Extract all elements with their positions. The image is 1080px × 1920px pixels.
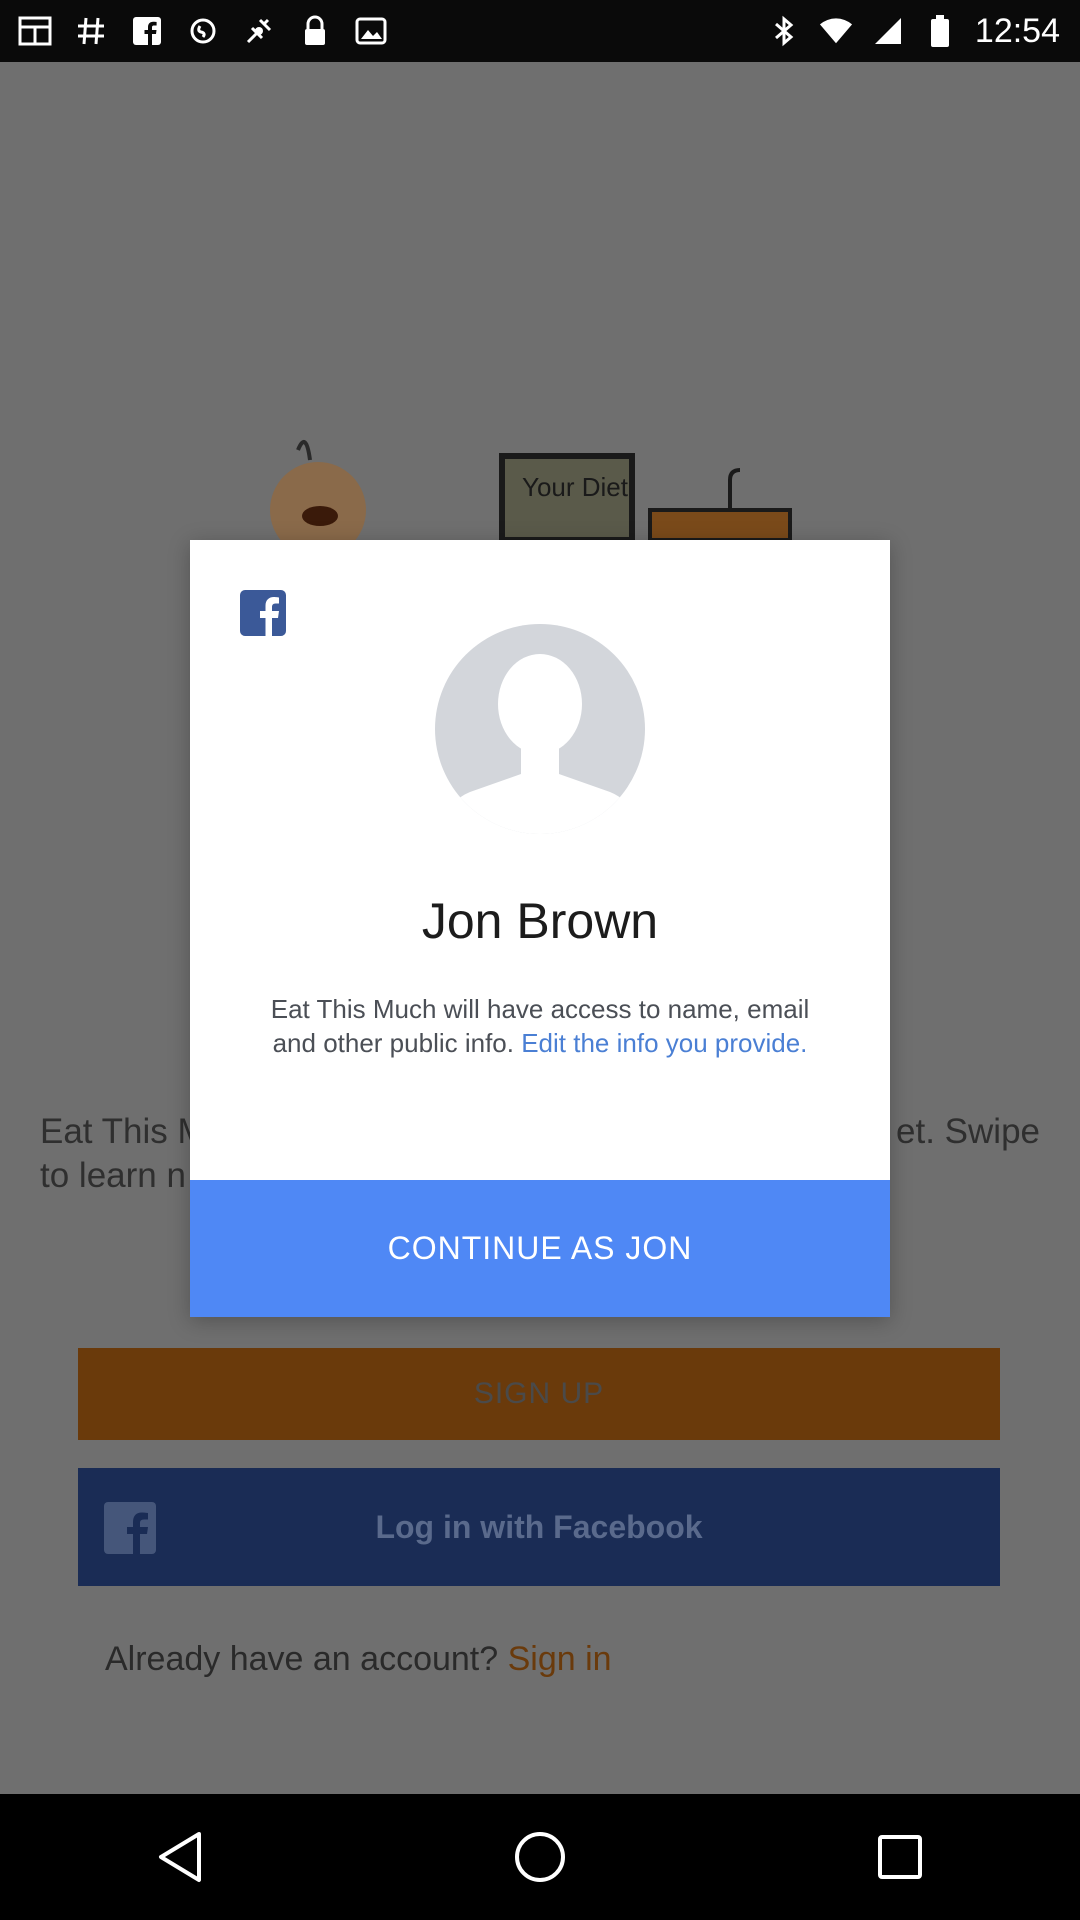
status-bar: 12:54 xyxy=(0,0,1080,62)
facebook-logo-icon xyxy=(240,590,286,636)
image-icon xyxy=(354,14,388,48)
facebook-icon xyxy=(104,1502,156,1554)
signin-prompt: Already have an account? xyxy=(105,1640,499,1678)
lock-icon xyxy=(298,14,332,48)
edit-info-link[interactable]: Edit the info you provide. xyxy=(521,1028,807,1058)
back-button[interactable] xyxy=(148,1825,212,1889)
bluetooth-icon xyxy=(767,14,801,48)
permission-description: Eat This Much will have access to name, … xyxy=(270,992,810,1060)
hashtag-icon xyxy=(74,14,108,48)
recents-button[interactable] xyxy=(868,1825,932,1889)
home-button[interactable] xyxy=(508,1825,572,1889)
status-right-icons: 12:54 xyxy=(767,10,1060,52)
signin-link[interactable]: Sign in xyxy=(508,1640,612,1678)
facebook-auth-dialog: Jon Brown Eat This Much will have access… xyxy=(190,540,890,1317)
gallery-icon xyxy=(18,14,52,48)
recents-icon xyxy=(878,1835,922,1879)
navigation-bar xyxy=(0,1794,1080,1920)
battery-icon xyxy=(923,14,957,48)
wifi-icon xyxy=(819,14,853,48)
shazam-icon xyxy=(186,14,220,48)
continue-as-button[interactable]: CONTINUE AS JON xyxy=(190,1180,890,1317)
facebook-login-label: Log in with Facebook xyxy=(375,1508,703,1545)
background-text-right: et. Swipe xyxy=(896,1112,1040,1151)
sign-up-button[interactable]: SIGN UP xyxy=(78,1348,1000,1440)
profile-avatar xyxy=(435,624,645,834)
user-name: Jon Brown xyxy=(421,893,659,949)
facebook-icon xyxy=(130,14,164,48)
illustration-label: Your Diet xyxy=(522,472,629,502)
fake-gps-icon xyxy=(242,14,276,48)
facebook-login-button[interactable]: Log in with Facebook xyxy=(78,1468,1000,1586)
back-icon xyxy=(159,1832,201,1882)
status-left-icons xyxy=(18,10,388,52)
signal-icon xyxy=(871,14,905,48)
status-time: 12:54 xyxy=(974,11,1060,50)
signin-row: Already have an account? Sign in xyxy=(105,1640,612,1679)
diet-illustration: Your Diet xyxy=(270,440,792,540)
home-icon xyxy=(515,1832,565,1882)
